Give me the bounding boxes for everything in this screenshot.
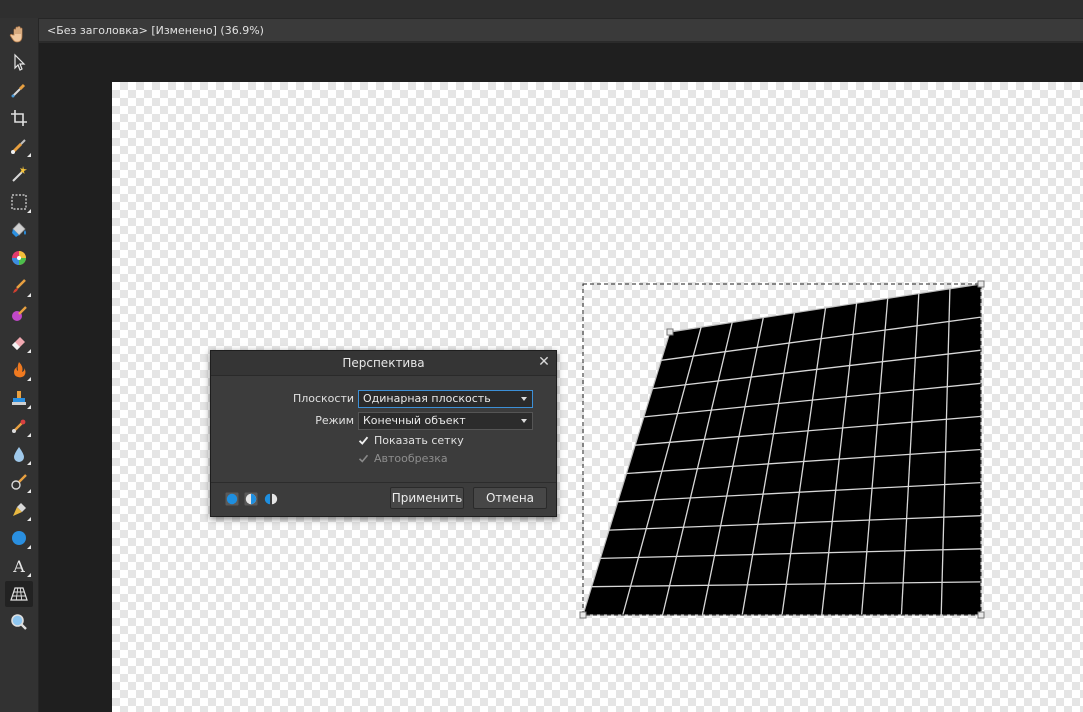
planes-select-value: Одинарная плоскость bbox=[363, 392, 491, 405]
cancel-button[interactable]: Отмена bbox=[473, 487, 547, 509]
mode-label: Режим bbox=[315, 414, 354, 427]
autocrop-checkbox: Автообрезка bbox=[358, 451, 448, 467]
half-circle-icon[interactable] bbox=[244, 492, 258, 506]
show-grid-label: Показать сетку bbox=[374, 434, 464, 447]
planes-select[interactable]: Одинарная плоскость bbox=[358, 390, 533, 408]
perspective-quad bbox=[582, 283, 982, 616]
perspective-dialog: Перспектива ✕ Плоскости Одинарная плоско… bbox=[210, 350, 557, 517]
checkmark-icon bbox=[358, 453, 369, 464]
checkmark-icon bbox=[358, 435, 369, 446]
autocrop-label: Автообрезка bbox=[374, 452, 448, 465]
chevron-down-icon bbox=[521, 397, 527, 401]
dialog-title: Перспектива bbox=[211, 351, 556, 376]
handle-top-left[interactable] bbox=[666, 328, 674, 336]
split-circle-icon[interactable] bbox=[264, 492, 278, 506]
close-icon[interactable]: ✕ bbox=[536, 354, 552, 370]
planes-label: Плоскости bbox=[292, 392, 354, 405]
dialog-footer-divider bbox=[211, 482, 556, 483]
full-circle-icon[interactable] bbox=[225, 492, 239, 506]
show-grid-checkbox[interactable]: Показать сетку bbox=[358, 433, 464, 449]
perspective-quad-fill bbox=[582, 283, 982, 616]
chevron-down-icon bbox=[521, 419, 527, 423]
handle-bottom-left[interactable] bbox=[579, 611, 587, 619]
handle-top-right[interactable] bbox=[977, 280, 985, 288]
apply-button[interactable]: Применить bbox=[390, 487, 464, 509]
mode-select-value: Конечный объект bbox=[363, 414, 466, 427]
app-window: A <Без заголовка> [Изменено] (36.9%) Пер… bbox=[0, 0, 1083, 712]
handle-bottom-right[interactable] bbox=[977, 611, 985, 619]
mode-select[interactable]: Конечный объект bbox=[358, 412, 533, 430]
